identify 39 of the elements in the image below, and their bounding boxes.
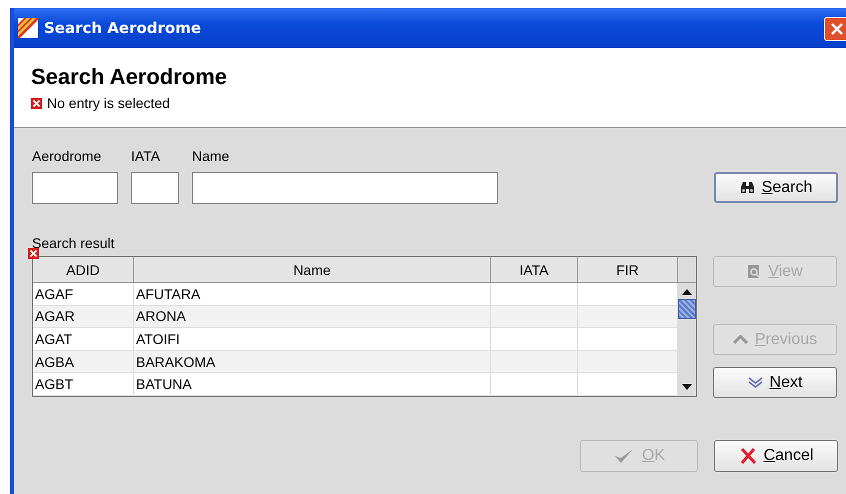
chevron-down-icon [748, 377, 763, 388]
table-cell: AGBA [35, 354, 74, 370]
checkmark-icon [612, 447, 635, 465]
column-header[interactable]: ADID [33, 257, 134, 283]
table-cell: ARONA [136, 308, 186, 324]
chevron-up-icon [732, 335, 748, 344]
input-field[interactable] [131, 172, 179, 204]
field-label: IATA [131, 148, 162, 164]
scroll-thumb[interactable] [678, 299, 696, 319]
binoculars-icon [740, 181, 755, 194]
table-cell: BATUNA [136, 376, 192, 392]
table-cell: BARAKOMA [136, 354, 216, 370]
table-cell: ATOIFI [136, 330, 180, 347]
scroll-up-icon[interactable] [682, 289, 692, 295]
status-message: No entry is selected [47, 95, 170, 111]
dialog-heading: Search Aerodrome [31, 64, 228, 90]
window-title: Search Aerodrome [44, 19, 202, 37]
cancel-button[interactable]: Cancel [714, 440, 838, 472]
column-header[interactable]: FIR [578, 257, 678, 283]
field-label: Aerodrome [32, 148, 102, 164]
close-icon [830, 22, 844, 36]
search-button[interactable]: Search [714, 172, 838, 203]
table-cell: AGAR [35, 308, 75, 324]
table-cell: AFUTARA [136, 286, 200, 302]
close-button[interactable] [824, 17, 846, 41]
next-button[interactable]: Next [713, 367, 837, 398]
table-cell: AGAF [35, 286, 74, 302]
input-field[interactable] [32, 172, 118, 204]
input-field[interactable] [192, 172, 498, 204]
column-header[interactable]: IATA [491, 257, 578, 283]
document-icon [747, 264, 762, 279]
app-icon [18, 18, 38, 38]
column-header[interactable]: Name [134, 257, 491, 283]
table-cell: AGAT [35, 330, 72, 347]
section-label: Search result [32, 235, 116, 251]
table-cell: AGBT [35, 376, 74, 392]
scroll-down-icon[interactable] [682, 384, 692, 390]
cross-icon [738, 447, 757, 465]
field-label: Name [192, 148, 230, 164]
